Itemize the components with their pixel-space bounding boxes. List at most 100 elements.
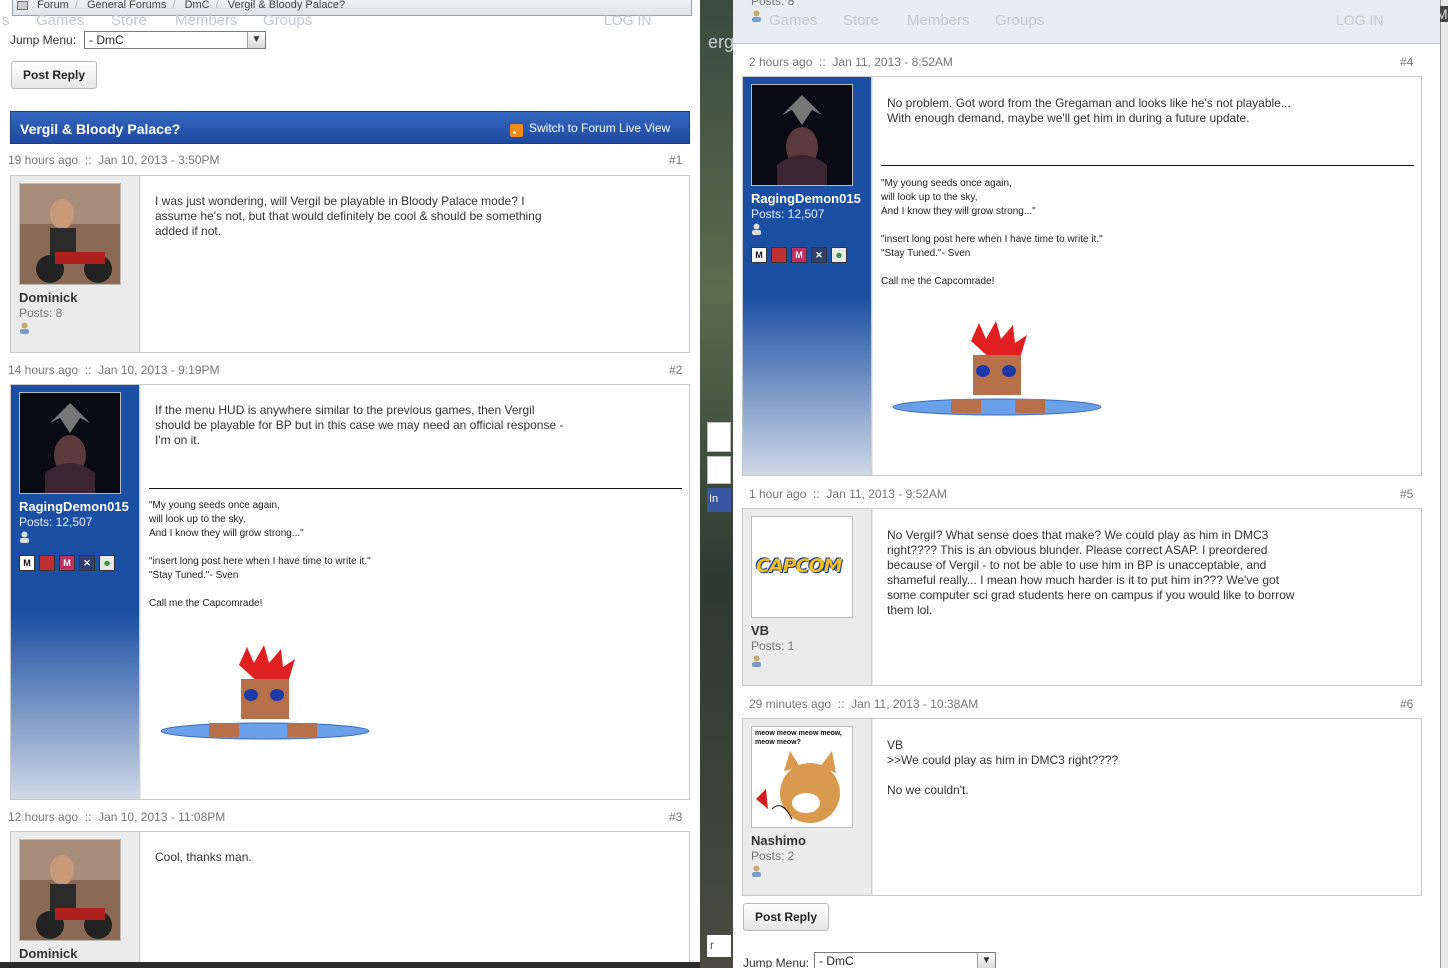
breadcrumb-item[interactable]: General Forums [87,0,166,11]
capcom-logo: CAPCOM [756,555,843,577]
post-meta: 2 hours ago :: Jan 11, 2013 - 8:52AM #4 [733,52,1423,72]
post-text: No problem. Got word from the Gregaman a… [887,96,1291,125]
post-body: I was just wondering, will Vergil be pla… [141,176,689,352]
nav-fragment: s [2,12,10,29]
post-meta: 29 minutes ago :: Jan 11, 2013 - 10:38AM… [733,694,1423,714]
jump-menu-select[interactable]: - DmC ▼ [814,952,996,968]
badge-x[interactable]: ✕ [79,555,95,571]
badge-mvs[interactable]: M [59,555,75,571]
username[interactable]: RagingDemon015 [19,499,129,514]
post-3: Dominick Cool, thanks man. [10,831,690,962]
badge-x[interactable]: ✕ [811,247,827,263]
badge-red[interactable] [771,247,787,263]
rss-icon[interactable] [510,124,523,137]
chevron-down-icon[interactable]: ▼ [247,32,265,48]
avatar[interactable]: CAPCOM [751,516,853,618]
nav-games[interactable]: Games [769,12,817,29]
nav-groups[interactable]: Groups [995,12,1044,29]
post-count: Posts: 8 [19,306,63,320]
post-text: Cool, thanks man. [155,850,252,864]
post-number[interactable]: #2 [669,363,682,377]
post-body: No Vergil? What sense does that make? We… [873,509,1421,685]
right-browser-window: Posts: 8 Games Store Members Groups LOG … [733,0,1440,968]
username[interactable]: Dominick [19,290,78,305]
user-info: CAPCOM VB Posts: 1 [743,509,872,685]
avatar[interactable] [751,84,853,186]
post-number[interactable]: #1 [669,153,682,167]
nav-store[interactable]: Store [111,12,147,29]
posts-fragment: Posts: 8 [751,0,795,8]
user-profile-icon[interactable] [751,223,762,235]
user-info: Dominick Posts: 8 [11,176,140,352]
post-number[interactable]: #3 [669,810,682,824]
login-link[interactable]: LOG IN [604,12,651,28]
breadcrumb-item-current: Vergil & Bloody Palace? [227,0,346,11]
badge-m[interactable]: M [19,555,35,571]
badge-m[interactable]: M [751,247,767,263]
chevron-down-icon[interactable]: ▼ [977,953,995,968]
user-profile-icon[interactable] [19,322,30,334]
user-profile-icon[interactable] [751,655,762,667]
background-strip [700,0,733,968]
sprite-image [160,645,370,740]
avatar[interactable] [19,392,121,494]
jump-menu-select[interactable]: - DmC ▼ [84,31,266,49]
post-meta: 14 hours ago :: Jan 10, 2013 - 9:19PM #2 [0,360,690,380]
post-body: No problem. Got word from the Gregaman a… [873,77,1421,475]
jump-menu-value: - DmC [819,954,854,968]
post-body: If the menu HUD is anywhere similar to t… [141,385,689,799]
post-reply-button[interactable]: Post Reply [743,903,830,931]
nav-games[interactable]: Games [36,12,84,29]
jump-menu-label: Jump Menu: [743,956,810,968]
username[interactable]: Nashimo [751,833,806,848]
post-meta: 19 hours ago :: Jan 10, 2013 - 3:50PM #1 [0,150,690,170]
avatar[interactable] [19,839,121,941]
signature-divider [149,488,682,489]
badge-mvs[interactable]: M [791,247,807,263]
post-timestamp: 1 hour ago :: Jan 11, 2013 - 9:52AM [749,487,947,501]
nav-groups[interactable]: Groups [263,12,312,29]
side-tab[interactable]: In [707,488,731,512]
badge-face[interactable]: ☻ [99,555,115,571]
forum-home-icon[interactable] [17,0,28,10]
post-count: Posts: 2 [751,849,795,863]
nav-members[interactable]: Members [907,12,970,29]
post-reply-button[interactable]: Post Reply [11,61,98,89]
signature-divider [881,165,1414,166]
username[interactable]: VB [751,623,769,638]
username[interactable]: Dominick [19,946,78,961]
login-link[interactable]: LOG IN [1336,12,1383,28]
post-1: Dominick Posts: 8 I was just wondering, … [10,175,690,353]
nav-store[interactable]: Store [843,12,879,29]
post-timestamp: 29 minutes ago :: Jan 11, 2013 - 10:38AM [749,697,979,711]
background-bar [707,422,731,452]
user-info: RagingDemon015 Posts: 12,507 M M ✕ ☻ [11,385,140,799]
background-bar [707,456,731,484]
user-profile-icon[interactable] [751,865,762,877]
post-timestamp: 19 hours ago :: Jan 10, 2013 - 3:50PM [8,153,220,167]
user-profile-icon[interactable] [19,531,30,543]
signature-text: "My young seeds once again, will look up… [881,178,1103,287]
switch-live-view-link[interactable]: Switch to Forum Live View [529,121,670,135]
right-edge-strip [1440,0,1448,968]
nav-members[interactable]: Members [175,12,238,29]
jump-menu-value: - DmC [89,33,124,47]
badge-red[interactable] [39,555,55,571]
badge-face[interactable]: ☻ [831,247,847,263]
left-browser-window: Forum / General Forums / DmC / Vergil & Blo… [0,0,700,962]
avatar[interactable] [19,183,121,285]
username[interactable]: RagingDemon015 [751,191,861,206]
breadcrumb-item[interactable]: Forum [37,0,69,11]
top-nav-bar [733,0,1440,44]
post-number[interactable]: #6 [1400,697,1413,711]
post-number[interactable]: #4 [1400,55,1413,69]
breadcrumb-item[interactable]: DmC [185,0,210,11]
post-number[interactable]: #5 [1400,487,1413,501]
post-text: VB >>We could play as him in DMC3 right?… [887,738,1119,797]
post-count: Posts: 12,507 [751,207,825,221]
badges: M M ✕ ☻ [751,247,847,263]
avatar[interactable]: meow meow meow meow, meow meow? [751,726,853,828]
post-body: VB >>We could play as him in DMC3 right?… [873,719,1421,895]
post-count: Posts: 1 [751,639,795,653]
post-text: I was just wondering, will Vergil be pla… [155,194,542,238]
